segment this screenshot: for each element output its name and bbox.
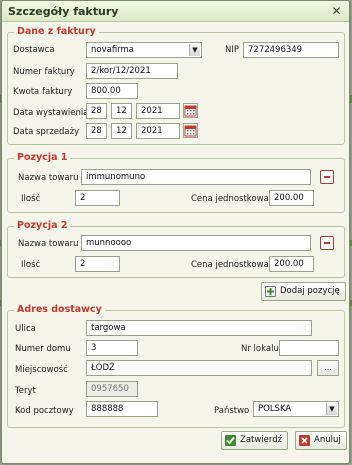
position-2-legend: Pozycja 2 [14,220,71,231]
product-name-label: Nazwa towaru [18,173,79,183]
checkmark-icon [225,435,236,446]
supplier-value: novafirma [91,45,135,55]
postal-code-label: Kod pocztowy [15,406,74,416]
close-icon[interactable]: ✕ [330,5,343,18]
postal-code-field[interactable]: 888888 [86,401,158,417]
quantity-field[interactable]: 2 [75,256,120,272]
sale-day-field[interactable]: 28 [86,123,107,139]
cancel-label: Anuluj [314,435,341,445]
plus-icon [265,286,276,297]
supplier-address-legend: Adres dostawcy [14,304,105,315]
supplier-label: Dostawca [13,45,55,55]
city-picker-button[interactable]: ... [317,360,339,376]
unit-price-label: Cena jednostkowa [191,194,269,204]
title-bar: Szczegóły faktury ✕ [2,1,349,22]
house-number-label: Numer domu [15,344,71,354]
teryt-label: Teryt [15,386,36,396]
calendar-icon[interactable] [183,103,198,118]
street-field[interactable]: targowa [86,320,312,336]
calendar-icon[interactable] [183,123,198,138]
quantity-field[interactable]: 2 [75,190,120,206]
position-1-legend: Pozycja 1 [14,152,71,163]
quantity-label: Ilość [21,260,41,270]
confirm-label: Zatwierdź [240,435,283,445]
confirm-button[interactable]: Zatwierdź [221,431,289,450]
invoice-number-label: Numer faktury [13,67,75,77]
issue-year-field[interactable]: 2021 [136,103,180,119]
invoice-data-legend: Dane z faktury [14,26,99,37]
house-number-field[interactable]: 3 [86,340,138,356]
remove-position-button[interactable] [320,236,334,250]
city-label: Miejscowość [15,365,68,375]
teryt-field: 0957650 [86,381,138,397]
invoice-details-dialog: Szczegóły faktury ✕ Dane z faktury Dosta… [1,0,350,464]
product-name-label: Nazwa towaru [18,239,79,249]
apartment-number-label: Nr lokalu [241,344,279,354]
dialog-title: Szczegóły faktury [8,5,119,18]
product-name-field[interactable]: munnoooo [81,235,311,251]
sale-date-label: Data sprzedaży [13,127,80,137]
add-position-button[interactable]: Dodaj pozycję [261,282,346,301]
apartment-number-field[interactable] [279,340,339,356]
unit-price-label: Cena jednostkowa [191,260,269,270]
cancel-icon [299,435,310,446]
invoice-amount-field[interactable]: 800.00 [86,83,138,99]
sale-year-field[interactable]: 2021 [136,123,180,139]
sale-month-field[interactable]: 12 [111,123,132,139]
nip-field[interactable]: 7272496349 [243,42,339,58]
country-label: Państwo [214,406,250,416]
supplier-select[interactable]: novafirma ▼ [86,42,202,58]
unit-price-field[interactable]: 200.00 [269,256,314,272]
street-label: Ulica [15,324,36,334]
city-field[interactable]: ŁÓDŹ [86,360,312,376]
chevron-down-icon: ▼ [189,44,200,56]
invoice-number-field[interactable]: 2/kor/12/2021 [86,63,178,79]
issue-day-field[interactable]: 28 [86,103,107,119]
add-position-label: Dodaj pozycję [280,286,340,296]
nip-label: NIP [225,45,239,55]
product-name-field[interactable]: immunomuno [81,169,311,185]
issue-date-label: Data wystawienia [13,108,89,118]
issue-month-field[interactable]: 12 [111,103,132,119]
quantity-label: Ilość [21,194,41,204]
invoice-amount-label: Kwota faktury [13,87,73,97]
country-select[interactable]: POLSKA ▼ [253,401,339,417]
chevron-down-icon: ▼ [326,403,337,415]
unit-price-field[interactable]: 200.00 [269,190,314,206]
remove-position-button[interactable] [320,170,334,184]
cancel-button[interactable]: Anuluj [295,431,347,450]
country-value: POLSKA [258,404,292,414]
